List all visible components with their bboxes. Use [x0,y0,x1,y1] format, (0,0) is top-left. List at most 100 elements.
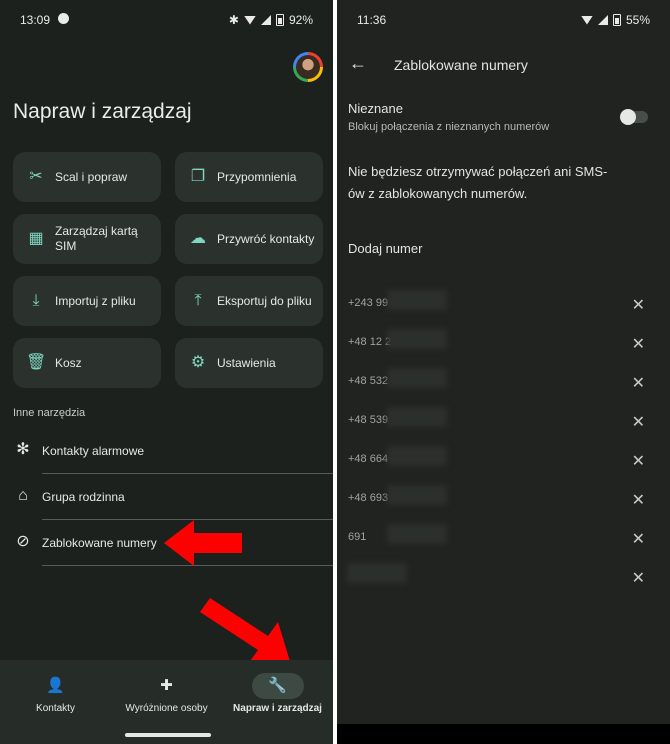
block-unknown-toggle[interactable] [620,109,648,125]
blocked-number: +48 12 2 [348,336,392,348]
battery-percent: 55% [625,13,650,27]
close-icon[interactable]: ✕ [632,490,645,510]
status-bar: 11:36 55% [337,0,670,40]
card-trash[interactable]: 🗑 Kosz [13,338,161,388]
blocked-number: 691 [348,531,367,543]
signal-icon [597,15,608,25]
tool-label: Kontakty alarmowe [42,444,145,458]
page-title: Zablokowane numery [394,57,528,73]
info-text: Nie będziesz otrzymywać połączeń ani SMS… [348,164,608,201]
card-merge-fix[interactable]: ✂ Scal i popraw [13,152,161,202]
battery-icon [612,14,621,26]
blocked-number: +48 664 [348,453,389,465]
card-label: Kosz [55,355,82,370]
upload-icon: ⤒ [194,292,202,309]
close-icon[interactable]: ✕ [632,295,645,315]
redaction-blur [387,290,447,310]
cloud-restore-icon: ☁ [190,230,206,247]
nav-label: Napraw i zarządzaj [233,703,322,714]
card-label: Scal i popraw [55,169,128,184]
blocked-number-row: +48 532 ✕ [337,364,670,403]
unknown-title: Nieznane [348,101,403,116]
status-icons: 55% [580,13,650,27]
card-restore[interactable]: ☁ Przywróć kontakty [175,214,323,264]
card-reminders[interactable]: ❐ Przypomnienia [175,152,323,202]
trash-icon: 🗑 [26,354,47,371]
right-screen: 11:36 55% ← Zablokowane numery Nieznane … [337,0,670,744]
battery-percent: 92% [288,13,313,27]
redaction-blur [387,368,447,388]
blocked-number-row: +243 99 ✕ [337,286,670,325]
emergency-icon: ✻ [16,441,30,458]
blocked-number-row: +48 539 ✕ [337,403,670,442]
status-bar: 13:09 ✱ 92% [0,0,333,40]
copy-icon: ❐ [190,168,206,185]
blocked-number-row: +48 12 2 ✕ [337,325,670,364]
blocked-number-row: ✕ [337,559,670,598]
card-label: Eksportuj do pliku [217,293,312,308]
card-sim[interactable]: ▦ Zarządzaj kartą SIM [13,214,161,264]
wifi-icon [580,15,593,25]
navigation-bar [337,724,670,744]
unknown-subtitle: Blokuj połączenia z nieznanych numerów [348,121,550,133]
status-time: 13:09 [20,13,51,27]
nav-label: Wyróżnione osoby [125,703,208,714]
left-screen: 13:09 ✱ 92% Napraw i zarządzaj ✂ Scal i … [0,0,333,744]
redaction-blur [387,407,447,427]
gear-icon: ⚙ [190,354,206,371]
sim-card-icon: ▦ [28,230,44,247]
blocked-number: +48 539 [348,414,389,426]
messenger-icon [58,13,69,24]
signal-icon [260,15,271,25]
wrench-icon: 🔧 [251,673,304,699]
tool-emergency-contacts[interactable]: ✻ Kontakty alarmowe [13,428,333,474]
status-icons: ✱ 92% [229,13,313,27]
blocked-number: +48 693 [348,492,389,504]
close-icon[interactable]: ✕ [632,529,645,549]
card-label: Zarządzaj kartą SIM [55,224,138,253]
close-icon[interactable]: ✕ [632,412,645,432]
close-icon[interactable]: ✕ [632,334,645,354]
nav-highlights[interactable]: ✚ Wyróżnione osoby [111,660,222,744]
card-label: Przywróć kontakty [217,231,315,246]
wifi-icon [243,15,256,25]
add-number-button[interactable]: Dodaj numer [348,241,422,256]
close-icon[interactable]: ✕ [632,568,645,588]
card-label: Importuj z pliku [55,293,136,308]
blocked-number-row: +48 664 ✕ [337,442,670,481]
redaction-blur [387,446,447,466]
red-arrow-left [164,520,242,566]
blocked-number: +243 99 [348,297,389,309]
card-label: Ustawienia [217,355,276,370]
card-import[interactable]: ⤓ Importuj z pliku [13,276,161,326]
blocked-number-row: 691 ✕ [337,520,670,559]
close-icon[interactable]: ✕ [632,373,645,393]
download-icon: ⤓ [32,292,40,309]
home-indicator [125,733,211,737]
merge-tools-icon: ✂ [29,168,43,185]
card-export[interactable]: ⤒ Eksportuj do pliku [175,276,323,326]
nav-contacts[interactable]: 👤 Kontakty [0,660,111,744]
battery-icon [275,14,284,26]
highlight-icon: ✚ [160,677,173,694]
person-icon: 👤 [46,677,65,694]
bluetooth-icon: ✱ [228,13,239,27]
close-icon[interactable]: ✕ [632,451,645,471]
status-time: 11:36 [357,13,387,27]
family-home-icon: ⌂ [18,487,28,504]
blocked-number-row: +48 693 ✕ [337,481,670,520]
redaction-blur [387,524,447,544]
card-settings[interactable]: ⚙ Ustawienia [175,338,323,388]
nav-fix-manage[interactable]: 🔧 Napraw i zarządzaj [222,660,333,744]
other-tools-heading: Inne narzędzia [13,407,86,419]
page-title: Napraw i zarządzaj [13,100,192,123]
redaction-blur [387,485,447,505]
back-arrow-icon[interactable]: ← [349,53,367,74]
tool-label: Grupa rodzinna [42,490,125,504]
blocked-number: +48 532 [348,375,389,387]
avatar[interactable] [293,52,323,82]
tool-family-group[interactable]: ⌂ Grupa rodzinna [13,474,333,520]
bottom-navigation: 👤 Kontakty ✚ Wyróżnione osoby 🔧 Napraw i… [0,660,333,744]
redaction-blur [387,329,447,349]
redaction-blur [347,563,407,583]
